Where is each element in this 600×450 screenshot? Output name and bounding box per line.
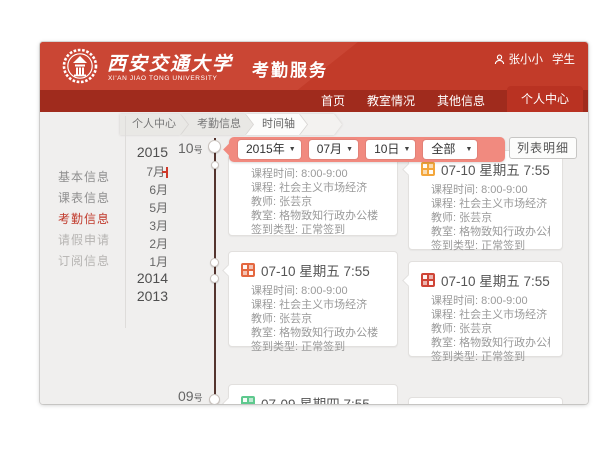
year-dropdown[interactable]: 2015年▼ xyxy=(238,140,301,159)
card-field-classroom: 教室: 格物致知行政办公楼 xyxy=(251,209,385,223)
month-dropdown[interactable]: 07月▼ xyxy=(309,140,358,159)
card-field-course: 课程: 社会主义市场经济 xyxy=(251,181,385,195)
chevron-down-icon: ▼ xyxy=(346,140,353,159)
attendance-status-icon xyxy=(421,162,435,176)
timeline-node[interactable] xyxy=(211,161,219,169)
university-name-cn: 西安交通大学 xyxy=(107,49,233,76)
current-month-marker xyxy=(166,167,168,178)
card-date-title: 07-10 星期五 7:55 xyxy=(441,270,550,290)
day-label-10: 10号 xyxy=(178,140,203,156)
sidebar-item-attendance-info[interactable]: 考勤信息 xyxy=(58,210,122,227)
page: 西安交通大学 XI'AN JIAO TONG UNIVERSITY 考勤服务 张… xyxy=(0,0,600,450)
card-field-checkin-type: 签到类型: 正常签到 xyxy=(431,239,550,253)
card-field-teacher: 教师: 张芸京 xyxy=(251,195,385,209)
type-dropdown[interactable]: 全部▼ xyxy=(423,140,477,159)
sidebar-item-schedule-info[interactable]: 课表信息 xyxy=(58,189,122,206)
university-logo-icon xyxy=(61,47,99,85)
card-field-course-time: 课程时间: 8:00-9:00 xyxy=(251,167,385,181)
timeline-month-january[interactable]: 1月 xyxy=(126,253,168,270)
app-window: 西安交通大学 XI'AN JIAO TONG UNIVERSITY 考勤服务 张… xyxy=(40,42,588,404)
chevron-down-icon: ▼ xyxy=(466,140,473,159)
sidebar-item-basic-info[interactable]: 基本信息 xyxy=(58,168,122,185)
app-header: 西安交通大学 XI'AN JIAO TONG UNIVERSITY 考勤服务 张… xyxy=(40,42,588,90)
card-field-course-time: 课程时间: 8:00-9:00 xyxy=(431,183,550,197)
card-field-teacher: 教师: 张芸京 xyxy=(431,322,550,336)
timeline-year-2015[interactable]: 2015 xyxy=(126,144,168,160)
filter-bar: 2015年▼ 07月▼ 10日▼ 全部▼ xyxy=(229,137,505,162)
card-field-course: 课程: 社会主义市场经济 xyxy=(431,197,550,211)
main-nav: 首页 教室情况 其他信息 个人中心 xyxy=(40,90,588,112)
timeline-month-may[interactable]: 5月 xyxy=(126,199,168,216)
card-field-classroom: 教室: 格物致知行政办公楼 xyxy=(431,336,550,350)
attendance-card[interactable]: 课程时间: 8:00-9:00 课程: 社会主义市场经济 教师: 张芸京 教室:… xyxy=(228,154,398,236)
timeline-month-july[interactable]: 7月 xyxy=(126,163,168,180)
card-date-title: 07-09 星期四 7:55 xyxy=(261,393,370,404)
card-field-checkin-type: 签到类型: 正常签到 xyxy=(431,350,550,364)
card-field-teacher: 教师: 张芸京 xyxy=(251,312,385,326)
attendance-card[interactable]: 07-10 星期五 7:55 课程时间: 8:00-9:00 课程: 社会主义市… xyxy=(228,251,398,347)
chevron-down-icon: ▼ xyxy=(403,140,410,159)
breadcrumb-timeline[interactable]: 时间轴 xyxy=(246,114,307,135)
card-date-title: 07-10 星期五 7:55 xyxy=(441,159,550,179)
person-icon xyxy=(494,54,505,65)
timeline-month-february[interactable]: 2月 xyxy=(126,235,168,252)
nav-classrooms[interactable]: 教室情况 xyxy=(367,90,415,112)
nav-home[interactable]: 首页 xyxy=(321,90,345,112)
day-dropdown[interactable]: 10日▼ xyxy=(366,140,415,159)
card-field-checkin-type: 签到类型: 正常签到 xyxy=(251,223,385,237)
attendance-card[interactable]: 07-09 星期四 7:55 xyxy=(228,384,398,404)
timeline-month-march[interactable]: 3月 xyxy=(126,217,168,234)
attendance-status-icon xyxy=(421,273,435,287)
sidebar-item-subscription-info[interactable]: 订阅信息 xyxy=(58,252,122,269)
card-field-course-time: 课程时间: 8:00-9:00 xyxy=(431,294,550,308)
card-date-title: 07-10 星期五 7:55 xyxy=(261,260,370,280)
timeline-node-day10[interactable] xyxy=(208,140,221,153)
attendance-card[interactable]: 07-10 星期五 7:55 课程时间: 8:00-9:00 课程: 社会主义市… xyxy=(408,261,563,357)
content-area: 个人中心 考勤信息 时间轴 基本信息 课表信息 考勤信息 请假申请 订阅信息 2… xyxy=(40,112,588,404)
timeline-axis xyxy=(214,138,216,404)
card-field-course-time: 课程时间: 8:00-9:00 xyxy=(251,284,385,298)
sidebar-item-leave-request[interactable]: 请假申请 xyxy=(58,231,122,248)
breadcrumb-personal-center[interactable]: 个人中心 xyxy=(120,114,188,135)
card-field-checkin-type: 签到类型: 正常签到 xyxy=(251,340,385,354)
timeline-month-june[interactable]: 6月 xyxy=(126,181,168,198)
timeline-node[interactable] xyxy=(210,258,219,267)
user-info[interactable]: 张小小 学生 xyxy=(494,51,576,67)
attendance-card-partial[interactable] xyxy=(408,397,563,404)
university-name-en: XI'AN JIAO TONG UNIVERSITY xyxy=(108,75,217,82)
nav-other-info[interactable]: 其他信息 xyxy=(437,90,485,112)
timeline-year-2014[interactable]: 2014 xyxy=(126,270,168,286)
card-field-course: 课程: 社会主义市场经济 xyxy=(431,308,550,322)
day-label-09: 09号 xyxy=(178,388,203,404)
card-field-classroom: 教室: 格物致知行政办公楼 xyxy=(251,326,385,340)
card-field-classroom: 教室: 格物致知行政办公楼 xyxy=(431,225,550,239)
timeline-node[interactable] xyxy=(210,274,219,283)
card-field-course: 课程: 社会主义市场经济 xyxy=(251,298,385,312)
attendance-card[interactable]: 07-10 星期五 7:55 课程时间: 8:00-9:00 课程: 社会主义市… xyxy=(408,150,563,250)
user-role: 学生 xyxy=(552,51,575,67)
timeline-node-day09[interactable] xyxy=(209,394,220,404)
attendance-status-icon xyxy=(241,263,255,277)
breadcrumb: 个人中心 考勤信息 时间轴 xyxy=(120,114,342,135)
app-title: 考勤服务 xyxy=(252,56,328,81)
card-field-teacher: 教师: 张芸京 xyxy=(431,211,550,225)
timeline-year-2013[interactable]: 2013 xyxy=(126,288,168,304)
nav-personal-center[interactable]: 个人中心 xyxy=(507,86,583,112)
breadcrumb-attendance-info[interactable]: 考勤信息 xyxy=(181,114,253,135)
chevron-down-icon: ▼ xyxy=(289,140,296,159)
user-name: 张小小 xyxy=(509,51,544,67)
list-detail-button[interactable]: 列表明细 xyxy=(509,137,577,159)
attendance-status-icon xyxy=(241,396,255,404)
